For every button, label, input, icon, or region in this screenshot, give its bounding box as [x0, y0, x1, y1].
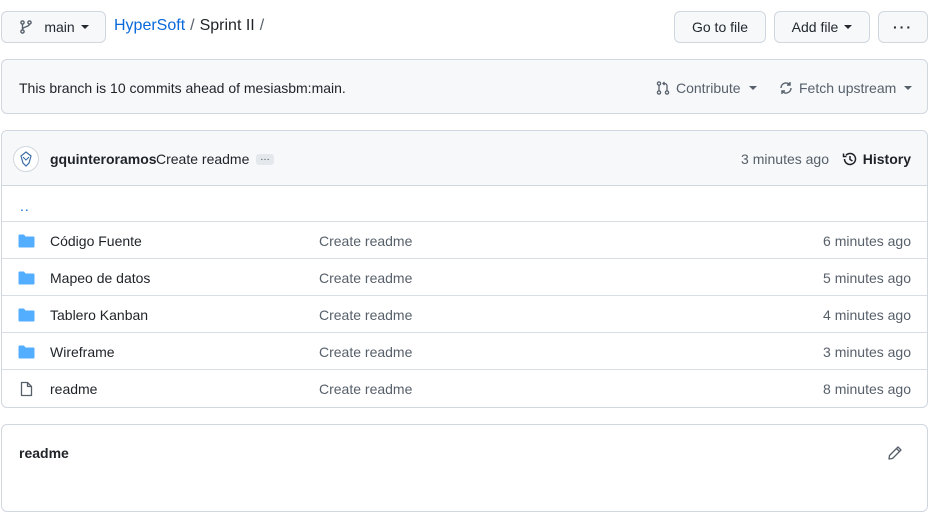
file-name-link[interactable]: Código Fuente	[50, 233, 142, 249]
file-age: 3 minutes ago	[823, 344, 911, 360]
readme-title: readme	[19, 445, 69, 461]
file-age: 5 minutes ago	[823, 270, 911, 286]
file-name-link[interactable]: Mapeo de datos	[50, 270, 150, 286]
folder-icon	[18, 234, 35, 248]
file-commit-message[interactable]: Create readme	[319, 233, 412, 249]
add-file-label: Add file	[791, 19, 839, 35]
file-row[interactable]: Código Fuente Create readme 6 minutes ag…	[2, 222, 927, 259]
file-commit-message[interactable]: Create readme	[319, 307, 412, 323]
go-to-file-button[interactable]: Go to file	[674, 11, 766, 43]
file-name-link[interactable]: Wireframe	[50, 344, 115, 360]
breadcrumb-current-folder: Sprint II	[199, 17, 255, 34]
file-row[interactable]: Tablero Kanban Create readme 4 minutes a…	[2, 296, 927, 333]
branch-selector-button[interactable]: main	[1, 11, 106, 43]
file-listing: gquinteroramos Create readme … 3 minutes…	[1, 130, 928, 408]
contribute-button[interactable]: Contribute	[655, 80, 757, 96]
chevron-down-icon	[80, 25, 89, 29]
git-pull-request-icon	[656, 81, 670, 95]
kebab-horizontal-icon: ···	[893, 19, 913, 35]
file-commit-message[interactable]: Create readme	[319, 344, 412, 360]
chevron-down-icon	[748, 86, 757, 90]
breadcrumb: HyperSoft / Sprint II /	[114, 17, 264, 35]
history-icon	[842, 152, 857, 166]
parent-directory-row[interactable]: ..	[2, 186, 927, 222]
readme-panel: readme	[1, 424, 928, 512]
add-file-button[interactable]: Add file	[774, 11, 870, 43]
fetch-upstream-label: Fetch upstream	[799, 80, 897, 96]
file-name-link[interactable]: readme	[50, 381, 97, 397]
file-age: 8 minutes ago	[823, 381, 911, 397]
file-icon	[20, 381, 33, 397]
avatar[interactable]	[13, 146, 39, 172]
file-age: 6 minutes ago	[823, 233, 911, 249]
file-row[interactable]: Mapeo de datos Create readme 5 minutes a…	[2, 259, 927, 296]
pencil-icon[interactable]	[887, 445, 903, 461]
file-commit-message[interactable]: Create readme	[319, 381, 412, 397]
file-age: 4 minutes ago	[823, 307, 911, 323]
folder-icon	[18, 308, 35, 322]
chevron-down-icon	[844, 25, 853, 29]
commit-expand-button[interactable]: …	[256, 153, 274, 165]
commit-author-link[interactable]: gquinteroramos	[50, 151, 157, 167]
logo-icon	[20, 151, 32, 167]
file-row[interactable]: Wireframe Create readme 3 minutes ago	[2, 333, 927, 370]
file-name-link[interactable]: Tablero Kanban	[50, 307, 148, 323]
history-button[interactable]: History	[842, 151, 911, 167]
repo-link[interactable]: HyperSoft	[114, 17, 185, 35]
chevron-down-icon	[904, 86, 913, 90]
branch-name: main	[44, 19, 75, 35]
file-row[interactable]: readme Create readme 8 minutes ago	[2, 370, 927, 407]
commit-message-link[interactable]: Create readme	[156, 151, 249, 167]
latest-commit-bar: gquinteroramos Create readme … 3 minutes…	[2, 131, 927, 186]
branch-status-bar: This branch is 10 commits ahead of mesia…	[1, 59, 928, 114]
go-to-file-label: Go to file	[691, 19, 749, 35]
contribute-label: Contribute	[676, 80, 741, 96]
commit-time: 3 minutes ago	[741, 151, 829, 167]
breadcrumb-trailing-separator: /	[259, 17, 265, 34]
git-branch-icon	[20, 20, 33, 34]
branch-status-message: This branch is 10 commits ahead of mesia…	[19, 80, 346, 96]
folder-icon	[18, 271, 35, 285]
history-label: History	[862, 151, 911, 167]
parent-directory-link[interactable]: ..	[20, 198, 30, 214]
more-options-button[interactable]: ···	[878, 11, 928, 43]
sync-icon	[780, 82, 792, 94]
breadcrumb-separator: /	[190, 17, 195, 34]
file-commit-message[interactable]: Create readme	[319, 270, 412, 286]
folder-icon	[18, 345, 35, 359]
fetch-upstream-button[interactable]: Fetch upstream	[778, 80, 913, 96]
